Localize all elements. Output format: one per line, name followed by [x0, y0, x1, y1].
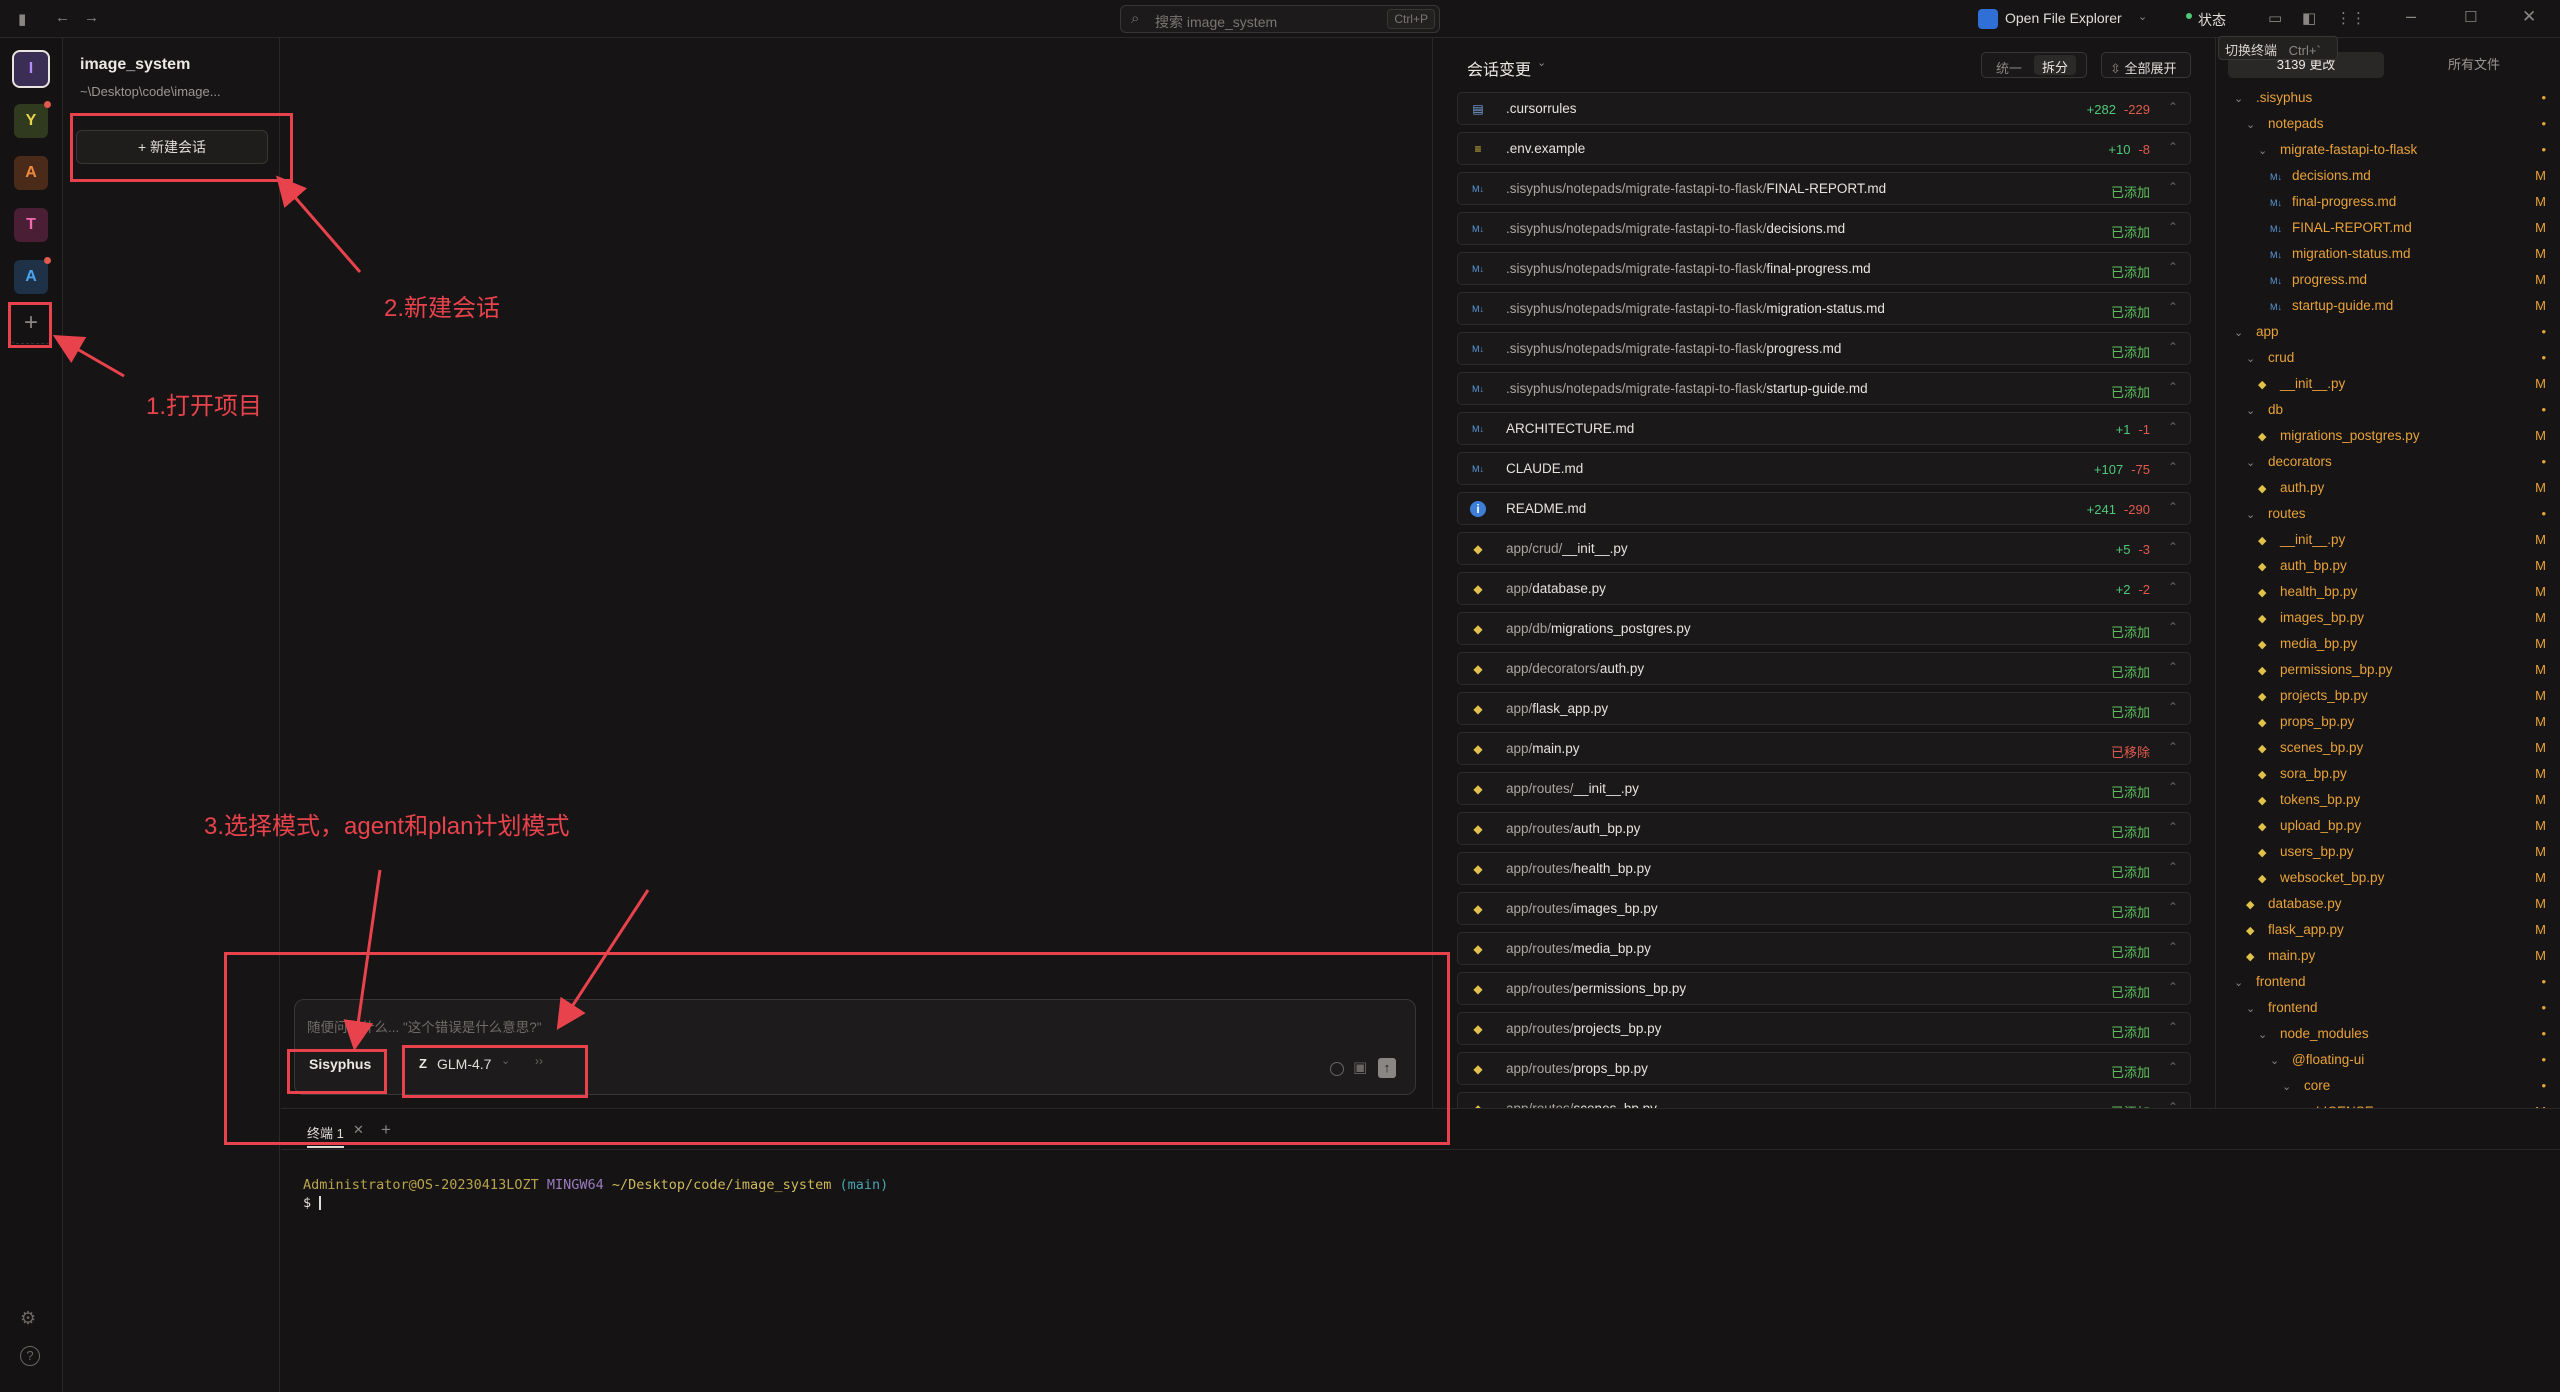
annotation-step2: 2.新建会话: [384, 295, 501, 322]
tooltip-shortcut: Ctrl+`: [2288, 43, 2321, 58]
tooltip-label: 切换终端: [2225, 43, 2278, 58]
terminal-toggle-tooltip: 切换终端 Ctrl+`: [2218, 36, 2338, 60]
arrow-new-session: [276, 175, 362, 273]
annotation-step3: 3.选择模式，agent和plan计划模式: [204, 813, 570, 840]
annotation-step1: 1.打开项目: [146, 393, 263, 420]
arrow-model: [556, 889, 650, 1031]
arrow-agent: [343, 869, 382, 1051]
arrow-open-project: [52, 335, 125, 378]
annotation-arrows: [52, 175, 650, 1051]
